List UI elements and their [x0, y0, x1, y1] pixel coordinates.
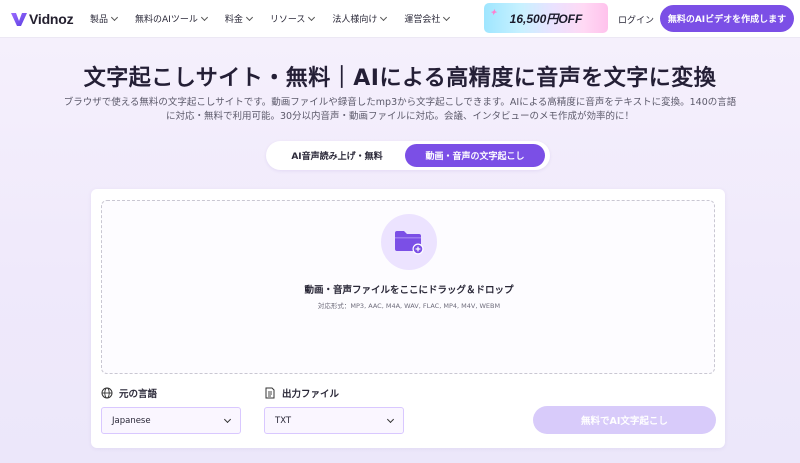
file-dropzone[interactable]: 動画・音声ファイルをここにドラッグ＆ドロップ 対応形式：MP3, AAC, M4…: [101, 200, 715, 374]
nav-item-pricing[interactable]: 料金: [224, 12, 253, 25]
document-icon: [265, 387, 275, 399]
vidnoz-logo[interactable]: Vidnoz: [10, 11, 76, 27]
chevron-down-icon: [380, 13, 388, 21]
chevron-down-icon: [308, 13, 316, 21]
promo-banner[interactable]: ✦ 16,500円OFF: [484, 3, 608, 33]
page-description: ブラウザで使える無料の文字起こしサイトです。動画ファイルや録音したmp3から文字…: [63, 97, 737, 122]
source-language-value: Japanese: [112, 415, 151, 426]
output-file-label: 出力ファイル: [264, 386, 339, 400]
transcription-panel: 動画・音声ファイルをここにドラッグ＆ドロップ 対応形式：MP3, AAC, M4…: [91, 189, 725, 448]
nav-menu: 製品 無料のAIツール 料金 リソース 法人様向け 運営会社: [90, 12, 467, 25]
folder-plus-icon: [395, 231, 424, 255]
nav-item-label: 運営会社: [404, 15, 441, 25]
tab-transcription[interactable]: 動画・音声の文字起こし: [405, 144, 545, 167]
nav-item-products[interactable]: 製品: [90, 12, 119, 25]
source-language-select[interactable]: Japanese: [101, 407, 241, 434]
vidnoz-logo-icon: [11, 12, 27, 26]
sparkle-icon: ✦: [490, 8, 497, 17]
chevron-down-icon: [110, 13, 119, 21]
page-title: 文字起こしサイト・無料｜AIによる高精度に音声を文字に変換: [83, 66, 717, 91]
source-language-label: 元の言語: [101, 386, 157, 400]
transcribe-button[interactable]: 無料でAI文字起こし: [533, 406, 716, 434]
nav-item-label: リソース: [269, 15, 306, 25]
source-language-text: 元の言語: [119, 389, 158, 400]
nav-item-free-ai-tools[interactable]: 無料のAIツール: [135, 12, 208, 25]
supported-formats: 対応形式：MP3, AAC, M4A, WAV, FLAC, MP4, M4V,…: [317, 302, 501, 310]
nav-item-label: 無料のAIツール: [135, 15, 198, 25]
output-format-select[interactable]: TXT: [264, 407, 404, 434]
dropzone-title: 動画・音声ファイルをここにドラッグ＆ドロップ: [304, 285, 514, 296]
globe-icon: [101, 387, 113, 399]
output-file-text: 出力ファイル: [282, 389, 340, 400]
chevron-down-icon: [200, 13, 208, 21]
output-format-value: TXT: [275, 415, 292, 426]
nav-item-resources[interactable]: リソース: [269, 12, 316, 25]
nav-item-label: 法人様向け: [332, 15, 378, 25]
nav-item-business[interactable]: 法人様向け: [332, 12, 388, 25]
chevron-down-icon: [223, 415, 232, 423]
nav-item-label: 製品: [90, 15, 109, 25]
create-ai-video-button[interactable]: 無料のAIビデオを作成します: [660, 5, 794, 32]
promo-text: 16,500円OFF: [509, 11, 583, 26]
chevron-down-icon: [245, 13, 253, 21]
tab-text-to-speech[interactable]: AI音声読み上げ・無料: [269, 144, 405, 167]
tool-tabs: AI音声読み上げ・無料 動画・音声の文字起こし: [266, 141, 550, 170]
upload-folder-icon: [381, 214, 437, 270]
logo-text: Vidnoz: [29, 10, 74, 27]
chevron-down-icon: [443, 13, 451, 21]
nav-item-company[interactable]: 運営会社: [404, 12, 451, 25]
chevron-down-icon: [386, 415, 395, 423]
nav-item-label: 料金: [224, 15, 243, 25]
top-navbar: Vidnoz 製品 無料のAIツール 料金 リソース 法人様向け 運営会社 ✦ …: [0, 0, 800, 38]
login-link[interactable]: ログイン: [618, 13, 654, 26]
